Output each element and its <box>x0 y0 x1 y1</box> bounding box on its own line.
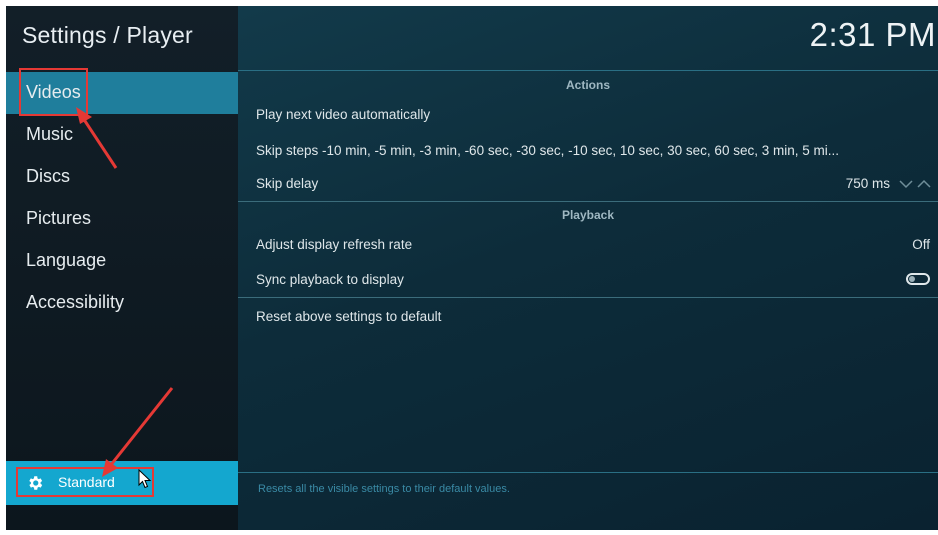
setting-description: Resets all the visible settings to their… <box>258 483 510 495</box>
sidebar: Settings / Player Videos Music Discs Pic… <box>6 6 238 530</box>
mouse-cursor-icon <box>138 469 152 489</box>
setting-value: Off <box>912 237 930 252</box>
reset-settings-button[interactable]: Reset above settings to default <box>256 304 934 330</box>
toggle-switch[interactable] <box>906 273 930 285</box>
sidebar-item-label: Pictures <box>26 208 92 228</box>
page-title: Settings / Player <box>22 22 193 48</box>
sidebar-item-label: Language <box>26 250 107 270</box>
kodi-screen: Settings / Player Videos Music Discs Pic… <box>6 6 938 530</box>
setting-skip-steps[interactable]: Skip steps -10 min, -5 min, -3 min, -60 … <box>256 138 934 164</box>
setting-play-next-video[interactable]: Play next video automatically <box>256 102 934 128</box>
sidebar-item-videos[interactable]: Videos <box>6 68 238 116</box>
toggle-knob <box>909 276 915 282</box>
sidebar-item-label: Videos <box>19 68 88 116</box>
section-header-actions: Actions <box>565 78 610 92</box>
divider <box>238 201 938 202</box>
divider <box>238 70 938 71</box>
setting-adjust-refresh-rate[interactable]: Adjust display refresh rate Off <box>256 232 934 258</box>
sidebar-item-label: Accessibility <box>26 292 125 312</box>
setting-label: Skip steps -10 min, -5 min, -3 min, -60 … <box>256 143 839 158</box>
setting-sync-playback[interactable]: Sync playback to display <box>256 267 934 293</box>
sidebar-item-language[interactable]: Language <box>6 240 238 282</box>
setting-label: Play next video automatically <box>256 107 431 122</box>
divider <box>238 297 938 298</box>
setting-label: Adjust display refresh rate <box>256 237 413 252</box>
settings-panel: 2:31 PM Actions Play next video automati… <box>238 6 938 530</box>
divider <box>238 472 938 473</box>
settings-level-button[interactable]: Standard <box>6 461 238 505</box>
setting-label: Reset above settings to default <box>256 309 442 324</box>
spinner-arrows-icon[interactable] <box>898 179 932 189</box>
clock: 2:31 PM <box>809 16 936 53</box>
section-header-playback: Playback <box>561 208 615 222</box>
sidebar-item-music[interactable]: Music <box>6 114 238 156</box>
setting-value: 750 ms <box>845 176 890 191</box>
sidebar-item-label: Music <box>26 124 74 144</box>
sidebar-item-accessibility[interactable]: Accessibility <box>6 282 238 324</box>
settings-level-label: Standard <box>58 474 115 490</box>
sidebar-item-pictures[interactable]: Pictures <box>6 198 238 240</box>
sidebar-nav: Videos Music Discs Pictures Language Acc… <box>6 68 238 324</box>
setting-skip-delay[interactable]: Skip delay 750 ms <box>256 171 934 197</box>
sidebar-item-discs[interactable]: Discs <box>6 156 238 198</box>
gear-icon <box>29 476 43 490</box>
settings-level-highlight: Standard <box>16 467 154 497</box>
sidebar-item-label: Discs <box>26 166 70 186</box>
setting-label: Sync playback to display <box>256 272 404 287</box>
setting-label: Skip delay <box>256 176 319 191</box>
